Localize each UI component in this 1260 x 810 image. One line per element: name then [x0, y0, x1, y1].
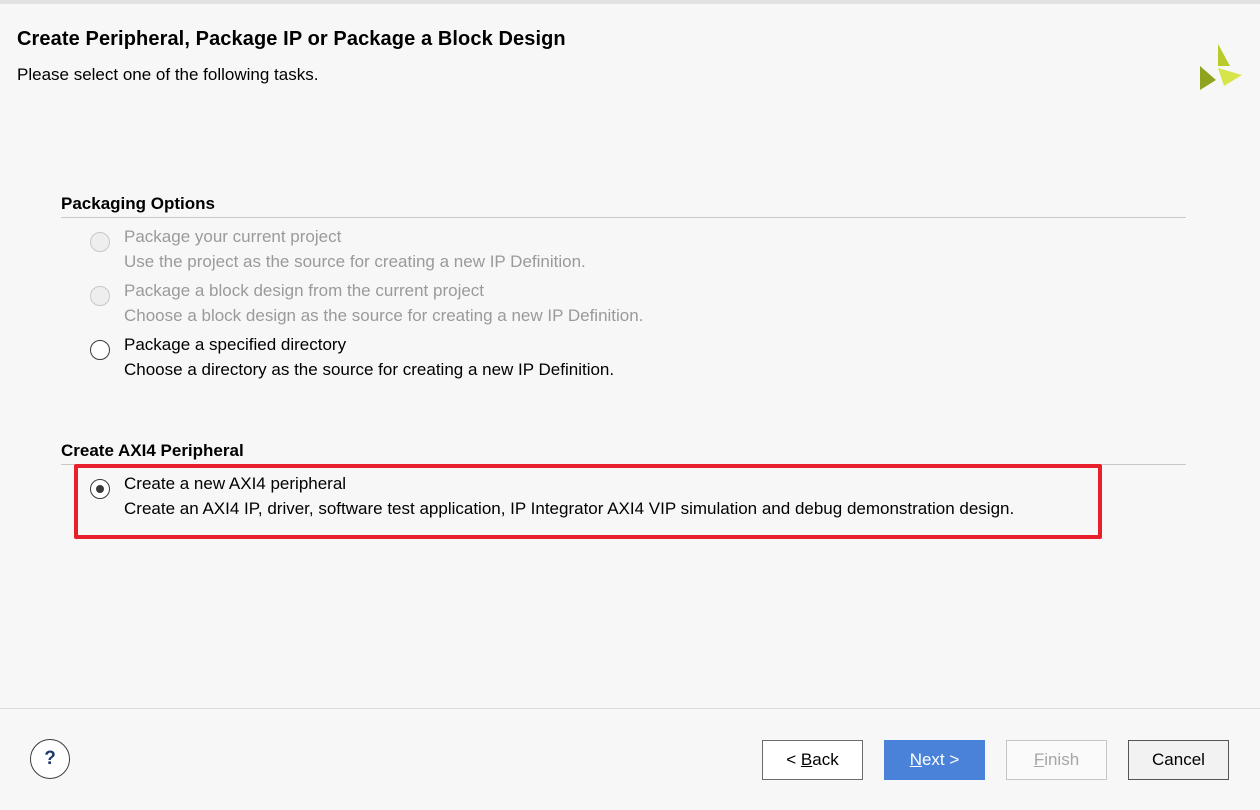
finish-button[interactable]: Finish	[1006, 740, 1107, 780]
back-rest: ack	[812, 750, 839, 769]
radio-package-block-design[interactable]	[90, 286, 110, 306]
footer-divider	[0, 708, 1260, 709]
option-label: Package your current project	[124, 227, 342, 246]
radio-package-specified-directory[interactable]	[90, 340, 110, 360]
help-icon: ?	[44, 748, 56, 769]
back-mnemonic: B	[800, 750, 813, 769]
packaging-options-heading: Packaging Options	[61, 194, 1186, 218]
cancel-button[interactable]: Cancel	[1128, 740, 1229, 780]
radio-package-current-project[interactable]	[90, 232, 110, 252]
back-prefix: <	[786, 750, 801, 769]
back-button[interactable]: < Back	[762, 740, 863, 780]
option-description: Use the project as the source for creati…	[124, 252, 586, 271]
page-title: Create Peripheral, Package IP or Package…	[17, 28, 566, 50]
next-rest: ext >	[921, 750, 960, 769]
create-axi4-heading: Create AXI4 Peripheral	[61, 441, 1186, 465]
help-button[interactable]: ?	[30, 739, 70, 779]
next-button[interactable]: Next >	[884, 740, 985, 780]
page-subtitle: Please select one of the following tasks…	[17, 65, 319, 84]
finish-rest: inish	[1044, 750, 1080, 769]
option-label: Package a specified directory	[124, 335, 347, 354]
option-label: Package a block design from the current …	[124, 281, 485, 300]
highlight-box	[74, 464, 1102, 539]
next-mnemonic: N	[909, 750, 922, 769]
option-description: Choose a block design as the source for …	[124, 306, 644, 325]
xilinx-logo-icon	[1200, 44, 1242, 90]
top-border	[0, 0, 1260, 4]
option-description: Choose a directory as the source for cre…	[124, 360, 615, 379]
finish-mnemonic: F	[1033, 750, 1045, 769]
